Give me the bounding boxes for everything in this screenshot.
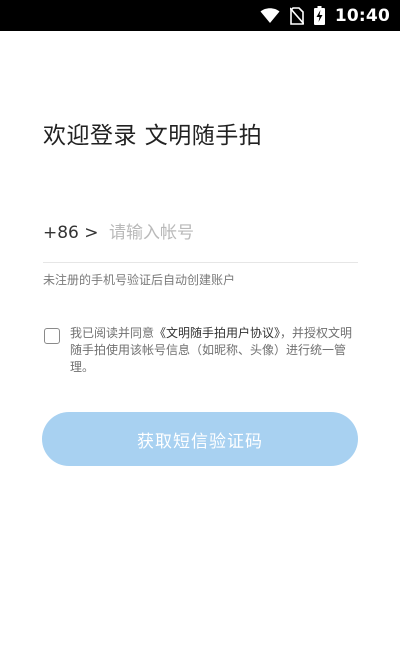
get-sms-code-button[interactable]: 获取短信验证码 [42,412,358,466]
agreement-checkbox[interactable] [44,328,60,344]
agreement-prefix: 我已阅读并同意 [70,326,155,340]
page-title: 欢迎登录 文明随手拍 [43,123,263,149]
status-time: 10:40 [334,5,390,26]
wifi-icon [260,7,280,24]
register-hint: 未注册的手机号验证后自动创建账户 [43,273,236,287]
agreement-text: 我已阅读并同意《文明随手拍用户协议》，并授权文明随手拍使用该帐号信息（如昵称、头… [70,325,353,376]
status-bar: 10:40 [0,0,400,31]
country-code-selector[interactable]: +86 > [43,223,99,243]
phone-input-row: +86 > [43,214,358,263]
no-sim-icon [289,6,304,25]
status-icons: 10:40 [260,0,390,31]
battery-charging-icon [313,6,325,25]
user-agreement-link[interactable]: 《文明随手拍用户协议》 [154,326,280,340]
login-screen: 10:40 欢迎登录 文明随手拍 +86 > 未注册的手机号验证后自动创建账户 … [0,0,400,661]
phone-input[interactable] [109,218,349,248]
